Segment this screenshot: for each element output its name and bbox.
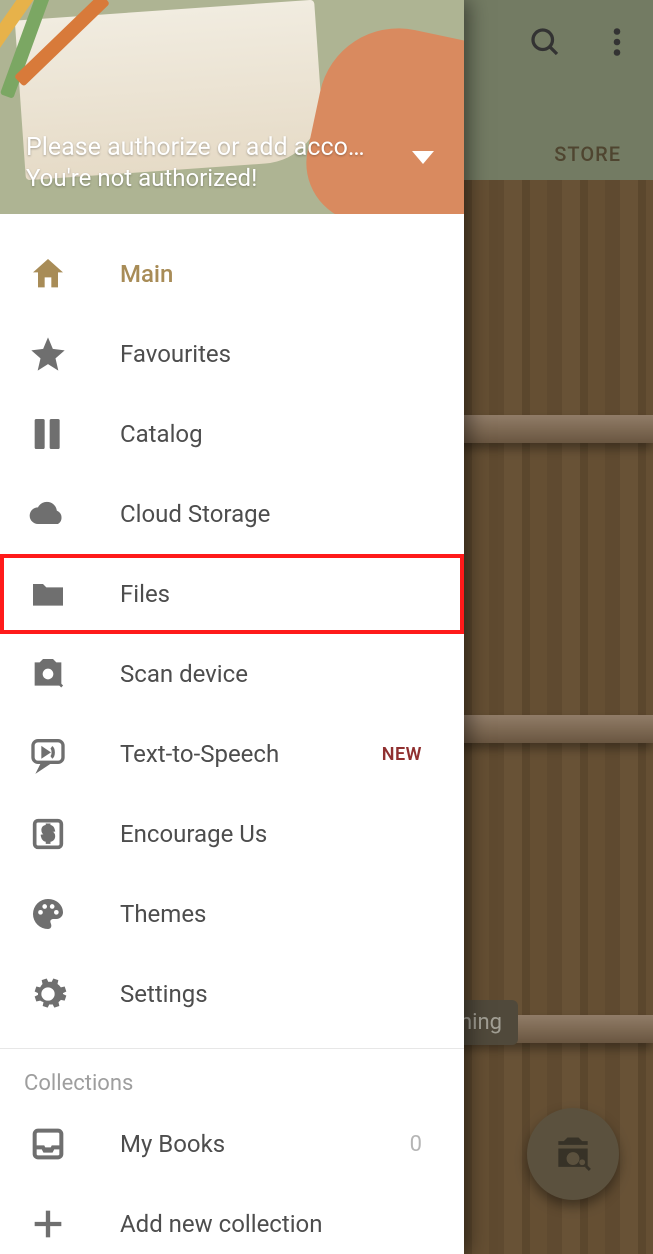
palette-icon	[28, 894, 68, 934]
section-title-collections: Collections	[0, 1049, 464, 1104]
nav-scan-device[interactable]: Scan device	[0, 634, 464, 714]
nav-label: Files	[120, 580, 440, 608]
add-new-collection[interactable]: Add new collection	[0, 1184, 464, 1254]
inbox-icon	[28, 1124, 68, 1164]
nav-label: Cloud Storage	[120, 500, 440, 528]
nav-files[interactable]: Files	[0, 554, 464, 634]
chevron-down-icon[interactable]	[412, 151, 434, 164]
collection-my-books[interactable]: My Books 0	[0, 1104, 464, 1184]
nav-label: Text-to-Speech	[120, 740, 382, 768]
nav-label: Settings	[120, 980, 440, 1008]
nav-label: Main	[120, 260, 440, 288]
cloud-icon	[28, 494, 68, 534]
account-prompt-line1: Please authorize or add acco…	[26, 133, 394, 162]
scan-icon	[28, 654, 68, 694]
nav-favourites[interactable]: Favourites	[0, 314, 464, 394]
drawer-header[interactable]: Please authorize or add acco… You're not…	[0, 0, 464, 214]
donate-icon: $	[28, 814, 68, 854]
nav-label: Encourage Us	[120, 820, 440, 848]
collection-label: My Books	[120, 1130, 410, 1158]
new-badge: NEW	[382, 744, 422, 765]
add-collection-label: Add new collection	[120, 1210, 440, 1238]
nav-settings[interactable]: Settings	[0, 954, 464, 1034]
plus-icon	[28, 1204, 68, 1244]
nav-catalog[interactable]: Catalog	[0, 394, 464, 474]
gear-icon	[28, 974, 68, 1014]
nav-cloud-storage[interactable]: Cloud Storage	[0, 474, 464, 554]
nav-main[interactable]: Main	[0, 234, 464, 314]
nav-label: Themes	[120, 900, 440, 928]
nav-text-to-speech[interactable]: Text-to-Speech NEW	[0, 714, 464, 794]
folder-icon	[28, 574, 68, 614]
svg-text:$: $	[42, 824, 53, 846]
nav-encourage-us[interactable]: $ Encourage Us	[0, 794, 464, 874]
nav-label: Catalog	[120, 420, 440, 448]
collection-count: 0	[410, 1132, 422, 1157]
home-icon	[28, 254, 68, 294]
catalog-icon	[28, 414, 68, 454]
nav-label: Scan device	[120, 660, 440, 688]
account-prompt-line2: You're not authorized!	[26, 164, 394, 192]
star-icon	[28, 334, 68, 374]
nav-label: Favourites	[120, 340, 440, 368]
navigation-drawer: Please authorize or add acco… You're not…	[0, 0, 464, 1254]
tts-icon	[28, 734, 68, 774]
nav-themes[interactable]: Themes	[0, 874, 464, 954]
